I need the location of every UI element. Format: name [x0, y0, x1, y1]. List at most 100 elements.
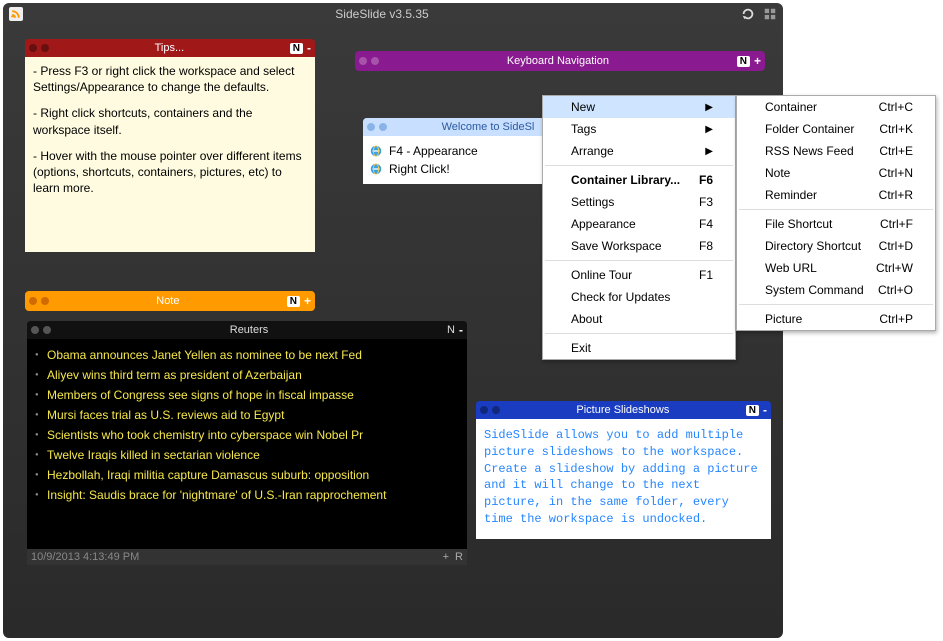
menu-item-label: New [571, 100, 595, 114]
menu-item-online-tour[interactable]: Online Tour F1 [543, 264, 735, 286]
dot-icon[interactable] [31, 326, 39, 334]
feed-item[interactable]: Obama announces Janet Yellen as nominee … [31, 345, 463, 365]
reuters-panel[interactable]: Reuters N - Obama announces Janet Yellen… [27, 321, 467, 565]
menu-item-label: Note [765, 166, 790, 180]
menu-shortcut: Ctrl+W [876, 261, 913, 275]
dot-icon[interactable] [43, 326, 51, 334]
menu-item-new[interactable]: New▶ [543, 96, 735, 118]
tips-text: - Right click shortcuts, containers and … [33, 105, 307, 137]
menu-item-appearance[interactable]: AppearanceF4 [543, 213, 735, 235]
menu-shortcut: F6 [699, 173, 713, 187]
menu-shortcut: F8 [699, 239, 713, 253]
feed-item[interactable]: Hezbollah, Iraqi militia capture Damascu… [31, 465, 463, 485]
menu-item-label: Check for Updates [571, 290, 670, 304]
menu-item-arrange[interactable]: Arrange▶ [543, 140, 735, 162]
menu-item-label: RSS News Feed [765, 144, 854, 158]
menu-item-directory-shortcut[interactable]: Directory Shortcut Ctrl+D [737, 235, 935, 257]
reload-icon[interactable] [741, 7, 755, 21]
badge-n[interactable]: N [447, 324, 455, 336]
slideshows-titlebar[interactable]: Picture Slideshows N - [476, 401, 771, 419]
dot-icon[interactable] [29, 44, 37, 52]
badge-n[interactable]: N [737, 56, 750, 67]
reuters-title: Reuters [51, 324, 447, 336]
menu-item-label: Web URL [765, 261, 817, 275]
menu-item-label: Online Tour [571, 268, 632, 282]
menu-item-save-workspace[interactable]: Save WorkspaceF8 [543, 235, 735, 257]
menu-shortcut: F1 [699, 268, 713, 282]
settings-icon[interactable] [763, 7, 777, 21]
dot-icon[interactable] [480, 406, 488, 414]
dot-icon[interactable] [371, 57, 379, 65]
collapse-icon[interactable]: - [459, 323, 463, 337]
tips-body: - Press F3 or right click the workspace … [25, 57, 315, 252]
collapse-icon[interactable]: - [763, 403, 767, 417]
dot-icon[interactable] [41, 297, 49, 305]
reuters-feed[interactable]: Obama announces Janet Yellen as nominee … [27, 339, 467, 549]
feed-item[interactable]: Twelve Iraqis killed in sectarian violen… [31, 445, 463, 465]
menu-item-web-url[interactable]: Web URL Ctrl+W [737, 257, 935, 279]
kbnav-title: Keyboard Navigation [379, 55, 737, 67]
keyboard-nav-panel[interactable]: Keyboard Navigation N + [355, 51, 765, 71]
feed-item[interactable]: Aliyev wins third term as president of A… [31, 365, 463, 385]
tips-panel[interactable]: Tips... N - - Press F3 or right click th… [25, 39, 315, 252]
tips-titlebar[interactable]: Tips... N - [25, 39, 315, 57]
expand-icon[interactable]: + [754, 54, 761, 68]
menu-item-reminder[interactable]: ReminderCtrl+R [737, 184, 935, 206]
footer-plus-icon[interactable]: + [443, 551, 449, 563]
footer-refresh-icon[interactable]: R [455, 551, 463, 563]
menu-item-container[interactable]: ContainerCtrl+C [737, 96, 935, 118]
menu-shortcut: F3 [699, 195, 713, 209]
dot-icon[interactable] [492, 406, 500, 414]
menu-item-label: Folder Container [765, 122, 854, 136]
badge-n[interactable]: N [290, 43, 303, 54]
menu-separator [545, 260, 733, 261]
rss-icon[interactable] [9, 7, 23, 21]
menu-item-system-command[interactable]: System Command Ctrl+O [737, 279, 935, 301]
menu-item-label: System Command [765, 283, 864, 297]
menu-item-label: File Shortcut [765, 217, 832, 231]
slideshows-panel[interactable]: Picture Slideshows N - SideSlide allows … [476, 401, 771, 539]
menu-item-note[interactable]: NoteCtrl+N [737, 162, 935, 184]
menu-shortcut: Ctrl+E [879, 144, 913, 158]
context-submenu-new[interactable]: ContainerCtrl+CFolder ContainerCtrl+KRSS… [736, 95, 936, 331]
feed-item[interactable]: Mursi faces trial as U.S. reviews aid to… [31, 405, 463, 425]
dot-icon[interactable] [379, 123, 387, 131]
reuters-titlebar[interactable]: Reuters N - [27, 321, 467, 339]
menu-item-container-library[interactable]: Container Library...F6 [543, 169, 735, 191]
menu-item-check-for-updates[interactable]: Check for Updates [543, 286, 735, 308]
menu-shortcut: Ctrl+D [879, 239, 913, 253]
note-title: Note [49, 295, 287, 307]
menu-shortcut: Ctrl+P [879, 312, 913, 326]
menu-item-picture[interactable]: PictureCtrl+P [737, 308, 935, 330]
menu-item-label: Container [765, 100, 817, 114]
feed-item[interactable]: Insight: Saudis brace for 'nightmare' of… [31, 485, 463, 505]
menu-shortcut: F4 [699, 217, 713, 231]
expand-icon[interactable]: + [304, 294, 311, 308]
dot-icon[interactable] [41, 44, 49, 52]
dot-icon[interactable] [359, 57, 367, 65]
menu-item-folder-container[interactable]: Folder ContainerCtrl+K [737, 118, 935, 140]
collapse-icon[interactable]: - [307, 41, 311, 55]
menu-item-tags[interactable]: Tags▶ [543, 118, 735, 140]
context-menu[interactable]: New▶Tags▶Arrange▶Container Library...F6S… [542, 95, 736, 360]
menu-item-settings[interactable]: SettingsF3 [543, 191, 735, 213]
ie-icon [369, 144, 383, 158]
menu-item-rss-news-feed[interactable]: RSS News Feed Ctrl+E [737, 140, 935, 162]
menu-item-label: Arrange [571, 144, 614, 158]
menu-shortcut: Ctrl+O [878, 283, 913, 297]
menu-item-label: Reminder [765, 188, 817, 202]
dot-icon[interactable] [367, 123, 375, 131]
reuters-footer: 10/9/2013 4:13:49 PM + R [27, 549, 467, 565]
feed-item[interactable]: Members of Congress see signs of hope in… [31, 385, 463, 405]
menu-item-label: Exit [571, 341, 591, 355]
menu-item-label: Directory Shortcut [765, 239, 861, 253]
note-panel[interactable]: Note N + [25, 291, 315, 311]
badge-n[interactable]: N [287, 296, 300, 307]
badge-n[interactable]: N [746, 405, 759, 416]
dot-icon[interactable] [29, 297, 37, 305]
menu-item-file-shortcut[interactable]: File ShortcutCtrl+F [737, 213, 935, 235]
menu-item-exit[interactable]: Exit [543, 337, 735, 359]
feed-item[interactable]: Scientists who took chemistry into cyber… [31, 425, 463, 445]
menu-item-about[interactable]: About [543, 308, 735, 330]
tips-text: - Hover with the mouse pointer over diff… [33, 148, 307, 197]
